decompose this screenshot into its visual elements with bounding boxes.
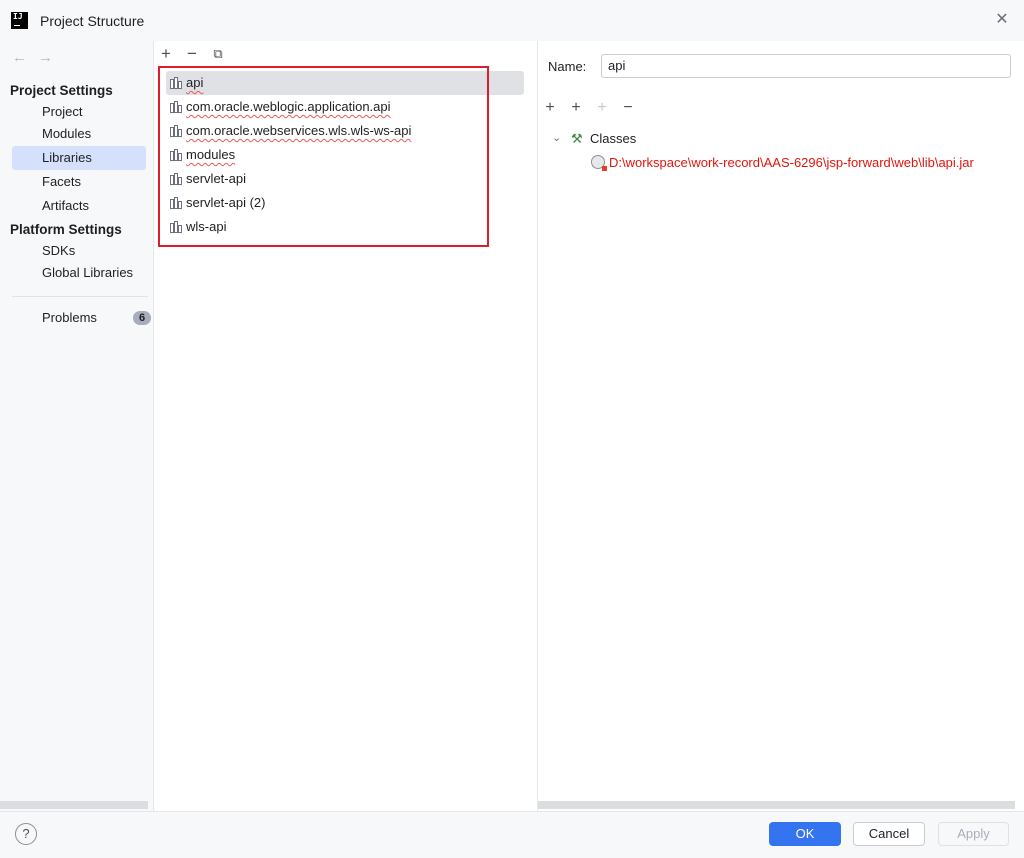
library-name-input[interactable]: api — [601, 54, 1011, 78]
help-icon[interactable]: ? — [15, 823, 37, 845]
library-details-panel: Name: api + + + − ⌄ ⚒ Classes D:\workspa… — [538, 41, 1024, 811]
dialog-footer: ? OK Cancel Apply — [0, 811, 1024, 858]
add-root-disabled-icon: + — [597, 99, 607, 116]
back-arrow-icon[interactable]: ← — [12, 49, 27, 66]
forward-arrow-icon[interactable]: → — [38, 49, 53, 66]
window-title: Project Structure — [40, 13, 145, 29]
settings-sidebar: ← → Project Settings Project Modules Lib… — [0, 41, 154, 811]
add-special-root-icon[interactable]: + — [567, 99, 585, 117]
sidebar-item-problems[interactable]: Problems — [12, 306, 146, 330]
sidebar-item-global-libraries[interactable]: Global Libraries — [12, 261, 146, 285]
project-settings-header: Project Settings — [10, 83, 113, 98]
remove-root-icon[interactable]: − — [619, 99, 637, 117]
sidebar-item-sdks[interactable]: SDKs — [12, 239, 146, 263]
sidebar-item-artifacts[interactable]: Artifacts — [12, 194, 146, 218]
annotation-highlight-box — [158, 66, 489, 247]
remove-library-icon[interactable]: − — [183, 45, 201, 63]
problems-count-badge: 6 — [133, 311, 151, 325]
intellij-logo-icon: IJ — [11, 12, 28, 29]
classes-hammer-icon: ⚒ — [571, 131, 583, 146]
sidebar-horizontal-scrollbar[interactable] — [0, 801, 148, 809]
sidebar-item-facets[interactable]: Facets — [12, 170, 146, 194]
copy-library-icon[interactable]: ⧉ — [209, 45, 227, 63]
apply-button[interactable]: Apply — [938, 822, 1009, 846]
platform-settings-header: Platform Settings — [10, 222, 122, 237]
jar-missing-icon — [591, 155, 607, 171]
sidebar-divider — [12, 296, 148, 297]
add-library-icon[interactable]: + — [157, 45, 175, 63]
name-label: Name: — [548, 59, 587, 74]
ok-button[interactable]: OK — [769, 822, 841, 846]
classes-node-label[interactable]: Classes — [590, 131, 636, 146]
sidebar-item-modules[interactable]: Modules — [12, 122, 146, 146]
close-icon[interactable]: ✕ — [994, 12, 1010, 28]
title-bar: IJ Project Structure ✕ — [0, 0, 1024, 41]
sidebar-item-project[interactable]: Project — [12, 100, 146, 124]
details-horizontal-scrollbar[interactable] — [538, 801, 1015, 809]
sidebar-item-libraries[interactable]: Libraries — [12, 146, 146, 170]
class-path-entry[interactable]: D:\workspace\work-record\AAS-6296\jsp-fo… — [609, 155, 974, 170]
chevron-down-icon[interactable]: ⌄ — [552, 131, 561, 144]
add-class-root-icon[interactable]: + — [541, 99, 559, 117]
cancel-button[interactable]: Cancel — [853, 822, 925, 846]
